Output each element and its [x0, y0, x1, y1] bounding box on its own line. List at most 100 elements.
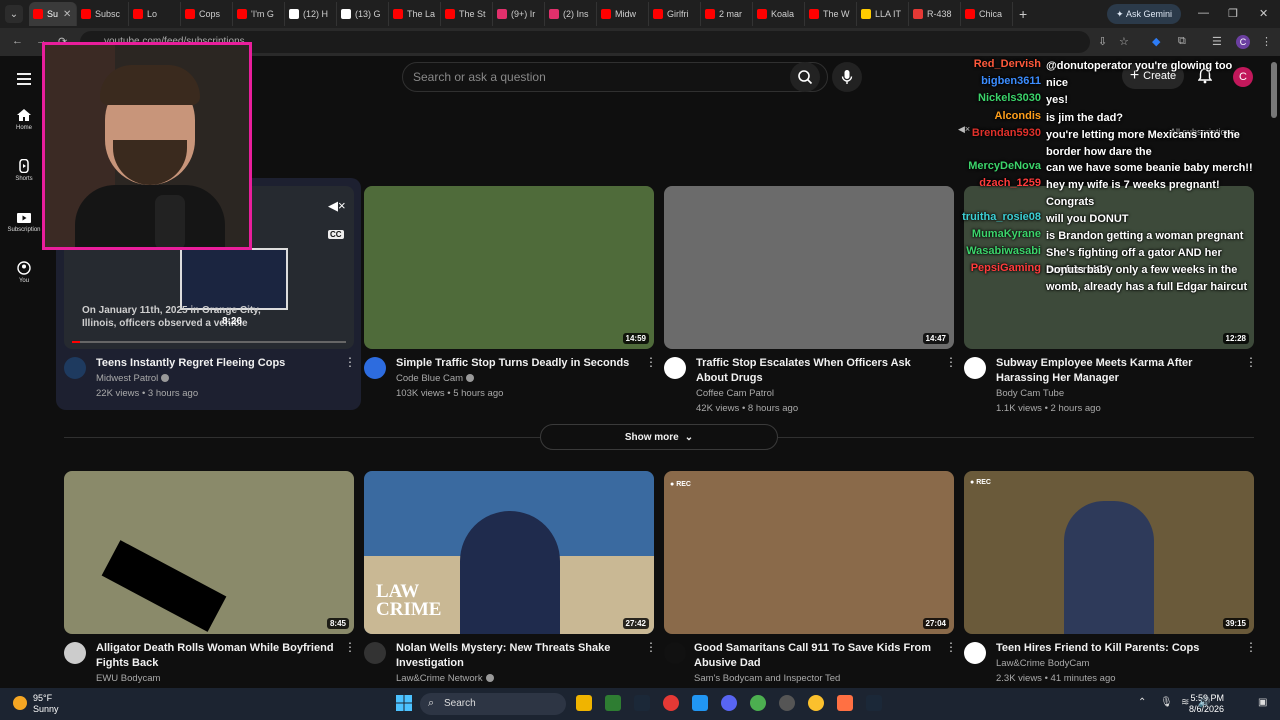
chat-username[interactable]: bigben3611	[981, 75, 1041, 87]
more-actions-icon[interactable]: ⋮	[645, 356, 657, 368]
browser-tab[interactable]: Girlfri	[649, 2, 701, 26]
search-input[interactable]: Search or ask a question	[402, 62, 828, 92]
video-thumbnail[interactable]: ● REC 39:15	[964, 471, 1254, 634]
app-icon[interactable]	[837, 695, 853, 711]
browser-tab[interactable]: The W	[805, 2, 857, 26]
extensions-puzzle-icon[interactable]: ⧉	[1178, 35, 1186, 48]
muted-volume-icon[interactable]: ◀×	[328, 198, 346, 214]
discord-icon[interactable]	[721, 695, 737, 711]
taskbar-search[interactable]: ⌕ Search	[420, 693, 566, 715]
browser-tab[interactable]: Midw	[597, 2, 649, 26]
video-title[interactable]: Traffic Stop Escalates When Officers Ask…	[696, 356, 936, 386]
channel-name[interactable]: Sam's Bodycam and Inspector Ted	[694, 671, 840, 686]
extension-icon[interactable]: ◆	[1152, 35, 1160, 48]
browser-tab[interactable]: The La	[389, 2, 441, 26]
chat-username[interactable]: dzach_1259	[979, 177, 1041, 189]
channel-avatar[interactable]	[964, 357, 986, 379]
channel-name[interactable]: Coffee Cam Patrol	[696, 386, 774, 401]
browser-tab[interactable]: (9+) Ir	[493, 2, 545, 26]
page-scrollbar-thumb[interactable]	[1271, 62, 1277, 118]
browser-tab[interactable]: Cops	[181, 2, 233, 26]
chat-username[interactable]: Wasabiwasabi	[966, 245, 1041, 257]
back-icon[interactable]: ←	[12, 35, 23, 47]
app-icon[interactable]	[605, 695, 621, 711]
browser-tab[interactable]: (2) Ins	[545, 2, 597, 26]
new-tab-icon[interactable]: +	[1019, 6, 1027, 22]
windows-start-icon[interactable]	[396, 695, 412, 711]
seek-bar[interactable]	[72, 341, 346, 343]
show-more-button[interactable]: Show more ⌄	[540, 424, 778, 450]
sidebar-item-home[interactable]: Home	[0, 108, 48, 131]
chrome-icon[interactable]	[663, 695, 679, 711]
steam-icon[interactable]	[634, 695, 650, 711]
install-icon[interactable]: ⇩	[1098, 35, 1107, 48]
wifi-icon[interactable]: ≋	[1181, 697, 1189, 708]
browser-tab[interactable]: 2 mar	[701, 2, 753, 26]
app-icon[interactable]	[692, 695, 708, 711]
cc-button[interactable]: CC	[328, 230, 344, 239]
weather-widget[interactable]: 95°F Sunny	[33, 693, 59, 715]
video-title[interactable]: Teens Instantly Regret Fleeing Cops	[96, 356, 336, 371]
video-thumbnail[interactable]: ● REC 27:04	[664, 471, 954, 634]
maximize-icon[interactable]: ❐	[1228, 7, 1238, 20]
volume-icon[interactable]: 🔊	[1198, 697, 1210, 708]
channel-avatar[interactable]	[964, 642, 986, 664]
mute-icon[interactable]: ◀×	[958, 124, 970, 135]
file-explorer-icon[interactable]	[576, 695, 592, 711]
close-window-icon[interactable]: ✕	[1259, 7, 1268, 20]
chat-username[interactable]: MumaKyrane	[972, 228, 1041, 240]
steam-icon[interactable]	[866, 695, 882, 711]
browser-tab[interactable]: LLA IT	[857, 2, 909, 26]
sidebar-item-you[interactable]: You	[0, 261, 48, 284]
more-actions-icon[interactable]: ⋮	[344, 641, 356, 653]
search-button[interactable]	[790, 62, 820, 92]
video-title[interactable]: Subway Employee Meets Karma After Harass…	[996, 356, 1236, 386]
tray-chevron-icon[interactable]: ⌃	[1138, 697, 1146, 708]
chat-username[interactable]: truitha_rosie08	[962, 211, 1041, 223]
chat-username[interactable]: MercyDeNova	[968, 160, 1041, 172]
channel-avatar[interactable]	[364, 357, 386, 379]
notification-center-icon[interactable]: ▣	[1258, 697, 1267, 708]
channel-name[interactable]: Law&Crime BodyCam	[996, 656, 1089, 671]
app-icon[interactable]	[750, 695, 766, 711]
channel-name[interactable]: Midwest Patrol	[96, 371, 170, 386]
channel-avatar[interactable]	[64, 357, 86, 379]
minimize-icon[interactable]: —	[1198, 7, 1209, 19]
guide-menu-icon[interactable]	[17, 70, 31, 88]
browser-tab[interactable]: The St	[441, 2, 493, 26]
video-title[interactable]: Nolan Wells Mystery: New Threats Shake I…	[396, 641, 636, 671]
more-actions-icon[interactable]: ⋮	[945, 641, 957, 653]
menu-dots-icon[interactable]: ⋮	[1261, 35, 1272, 48]
chat-username[interactable]: Red_Dervish	[974, 58, 1041, 70]
channel-name[interactable]: Law&Crime Network	[396, 671, 494, 686]
more-actions-icon[interactable]: ⋮	[344, 356, 356, 368]
channel-name[interactable]: Code Blue Cam	[396, 371, 475, 386]
more-actions-icon[interactable]: ⋮	[1245, 356, 1257, 368]
sidebar-item-subscriptions[interactable]: Subscription	[0, 210, 48, 233]
more-actions-icon[interactable]: ⋮	[945, 356, 957, 368]
channel-avatar[interactable]	[64, 642, 86, 664]
channel-avatar[interactable]	[664, 642, 686, 664]
sidebar-item-shorts[interactable]: Shorts	[0, 159, 48, 182]
voice-search-button[interactable]	[832, 62, 862, 92]
chrome-icon[interactable]	[808, 695, 824, 711]
video-title[interactable]: Teen Hires Friend to Kill Parents: Cops	[996, 641, 1236, 656]
chat-username[interactable]: Alcondis	[995, 110, 1041, 122]
browser-tab[interactable]: Subsc	[77, 2, 129, 26]
more-actions-icon[interactable]: ⋮	[1245, 641, 1257, 653]
browser-tab[interactable]: Koala	[753, 2, 805, 26]
video-thumbnail[interactable]: LAW CRIME 27:42	[364, 471, 654, 634]
channel-name[interactable]: Body Cam Tube	[996, 386, 1064, 401]
channel-avatar[interactable]	[364, 642, 386, 664]
browser-tab[interactable]: R-438	[909, 2, 961, 26]
browser-tab[interactable]: 'I'm G	[233, 2, 285, 26]
chat-username[interactable]: Nickels3030	[978, 92, 1041, 104]
browser-tab[interactable]: Lo	[129, 2, 181, 26]
tab-search-icon[interactable]: ⌄	[5, 5, 23, 23]
video-title[interactable]: Good Samaritans Call 911 To Save Kids Fr…	[694, 641, 934, 671]
video-title[interactable]: Alligator Death Rolls Woman While Boyfri…	[96, 641, 336, 671]
chat-username[interactable]: Brendan5930	[972, 127, 1041, 139]
microphone-tray-icon[interactable]: 🎙	[1160, 697, 1173, 708]
video-title[interactable]: Simple Traffic Stop Turns Deadly in Seco…	[396, 356, 636, 371]
browser-tab[interactable]: Su ✕	[29, 2, 77, 26]
